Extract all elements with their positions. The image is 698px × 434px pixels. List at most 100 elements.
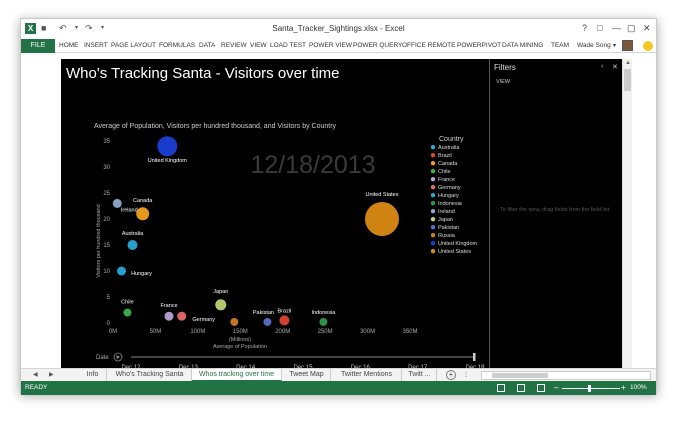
play-axis-handle[interactable] [473, 353, 476, 361]
bubble-label: Ireland [121, 207, 138, 213]
legend-swatch [430, 201, 436, 206]
legend-swatch [430, 153, 436, 158]
page-layout-view-icon[interactable] [517, 384, 525, 392]
bubble-label: United Kingdom [148, 158, 188, 164]
tab-team[interactable]: TEAM [551, 39, 569, 53]
status-ready: READY [25, 384, 48, 391]
tab-power-view[interactable]: POWER VIEW [309, 39, 352, 53]
bubble-label: Germany [192, 317, 215, 323]
bubble-germany[interactable] [177, 311, 187, 321]
tab-load-test[interactable]: LOAD TEST [270, 39, 306, 53]
y-tick-label: 20 [103, 217, 110, 223]
tab-home[interactable]: HOME [59, 39, 79, 53]
bubble-pakistan[interactable] [263, 317, 272, 326]
tab-insert[interactable]: INSERT [84, 39, 108, 53]
legend-item[interactable]: Indonesia [438, 201, 463, 207]
legend-item[interactable]: Chile [438, 169, 451, 175]
zoom-slider[interactable] [562, 388, 620, 389]
bubble-japan[interactable] [215, 299, 227, 311]
bubble-label: United States [365, 192, 398, 198]
user-name[interactable]: Wade Song [577, 39, 611, 53]
zoom-level[interactable]: 100% [630, 381, 647, 395]
normal-view-icon[interactable] [497, 384, 505, 392]
bubble-label: Indonesia [312, 310, 337, 316]
legend-item[interactable]: United Kingdom [438, 241, 478, 247]
tab-formulas[interactable]: FORMULAS [159, 39, 195, 53]
help-icon[interactable]: ? [582, 22, 587, 34]
bubble-label: Pakistan [253, 310, 274, 316]
maximize-icon[interactable]: ▢ [627, 22, 636, 34]
zoom-slider-handle[interactable] [588, 385, 591, 392]
legend-item[interactable]: Ireland [438, 209, 455, 215]
bubble-chart[interactable]: 12/18/2013 0 5 10 15 20 25 30 35 0M 50M 100M 150M 2… [61, 59, 489, 377]
tab-view[interactable]: VIEW [250, 39, 267, 53]
bubble-united-states[interactable] [364, 202, 399, 236]
bubble-australia[interactable] [127, 240, 138, 250]
legend-swatch [430, 193, 436, 198]
tab-office-remote[interactable]: OFFICE REMOTE [402, 39, 455, 53]
bubble-russia[interactable] [230, 317, 239, 326]
legend-swatch [430, 233, 436, 238]
filters-pane: Filters ‹ ✕ VIEW To filter the view, dra… [489, 59, 622, 377]
filters-view-label[interactable]: VIEW [496, 79, 510, 85]
bubble-brazil[interactable] [279, 315, 290, 326]
horizontal-scroll-thumb[interactable] [492, 373, 548, 378]
tab-power-query[interactable]: POWER QUERY [353, 39, 402, 53]
user-dropdown-icon[interactable]: ▾ [613, 39, 616, 53]
title-bar: X ■ ↶ ▾ ↷ ▾ Santa_Tracker_Sightings.xlsx… [21, 19, 656, 39]
legend-item[interactable]: United States [438, 249, 471, 255]
page-break-view-icon[interactable] [537, 384, 545, 392]
legend[interactable]: Country Australia Brazil Canada Chile France G… [430, 136, 478, 255]
legend-item[interactable]: Canada [438, 161, 458, 167]
zoom-out-icon[interactable]: – [554, 381, 558, 395]
tab-data[interactable]: DATA [199, 39, 215, 53]
legend-item[interactable]: Russia [438, 233, 456, 239]
close-filters-icon[interactable]: ✕ [612, 63, 618, 71]
play-axis-label: Date [96, 355, 109, 361]
window-title: Santa_Tracker_Sightings.xlsx - Excel [272, 24, 405, 33]
vertical-scrollbar[interactable]: ▲ ▼ [622, 59, 632, 377]
bubble-hungary[interactable] [116, 266, 126, 276]
tab-data-mining[interactable]: DATA MINING [502, 39, 543, 53]
tab-page-layout[interactable]: PAGE LAYOUT [111, 39, 156, 53]
y-tick-label: 15 [103, 243, 110, 249]
bubble-canada[interactable] [136, 207, 150, 221]
tab-review[interactable]: REVIEW [221, 39, 247, 53]
new-sheet-icon[interactable]: + [446, 370, 456, 380]
legend-title: Country [439, 136, 464, 143]
bubble-chile[interactable] [123, 308, 132, 317]
legend-item[interactable]: Germany [438, 185, 461, 191]
bubble-france[interactable] [164, 311, 174, 321]
bubble-indonesia[interactable] [319, 317, 328, 326]
legend-swatch [430, 249, 436, 254]
horizontal-scrollbar[interactable] [481, 371, 651, 380]
minimize-icon[interactable]: — [612, 22, 621, 34]
bubble-labels: United Kingdom Canada Ireland Australia Hung… [121, 158, 399, 323]
zoom-in-icon[interactable]: + [621, 381, 626, 395]
bubble-label: Brazil [278, 308, 292, 314]
x-axis-label: Average of Population [213, 344, 267, 350]
close-icon[interactable]: ✕ [643, 22, 651, 34]
legend-item[interactable]: Brazil [438, 153, 452, 159]
legend-item[interactable]: Hungary [438, 193, 459, 199]
scroll-up-icon[interactable]: ▲ [623, 59, 633, 67]
bubble-label: Australia [122, 231, 144, 237]
bubble-label: Hungary [131, 271, 152, 277]
scroll-thumb[interactable] [624, 69, 631, 91]
legend-swatch [430, 185, 436, 190]
feedback-smiley-icon[interactable] [643, 41, 653, 51]
tab-powerpivot[interactable]: POWERPIVOT [457, 39, 501, 53]
bubble-united-kingdom[interactable] [157, 136, 178, 157]
legend-item[interactable]: Japan [438, 217, 453, 223]
tab-file[interactable]: FILE [21, 39, 55, 53]
x-tick-label: 200M [275, 329, 290, 335]
legend-item[interactable]: France [438, 177, 455, 183]
legend-item[interactable]: Australia [438, 145, 460, 151]
legend-item[interactable]: Pakistan [438, 225, 459, 231]
legend-swatch [430, 225, 436, 230]
bubble-label: Canada [133, 198, 153, 204]
x-tick-label: 0M [109, 329, 117, 335]
avatar[interactable] [622, 40, 633, 51]
ribbon-display-icon[interactable]: □ [597, 22, 602, 34]
collapse-filters-icon[interactable]: ‹ [601, 63, 603, 70]
